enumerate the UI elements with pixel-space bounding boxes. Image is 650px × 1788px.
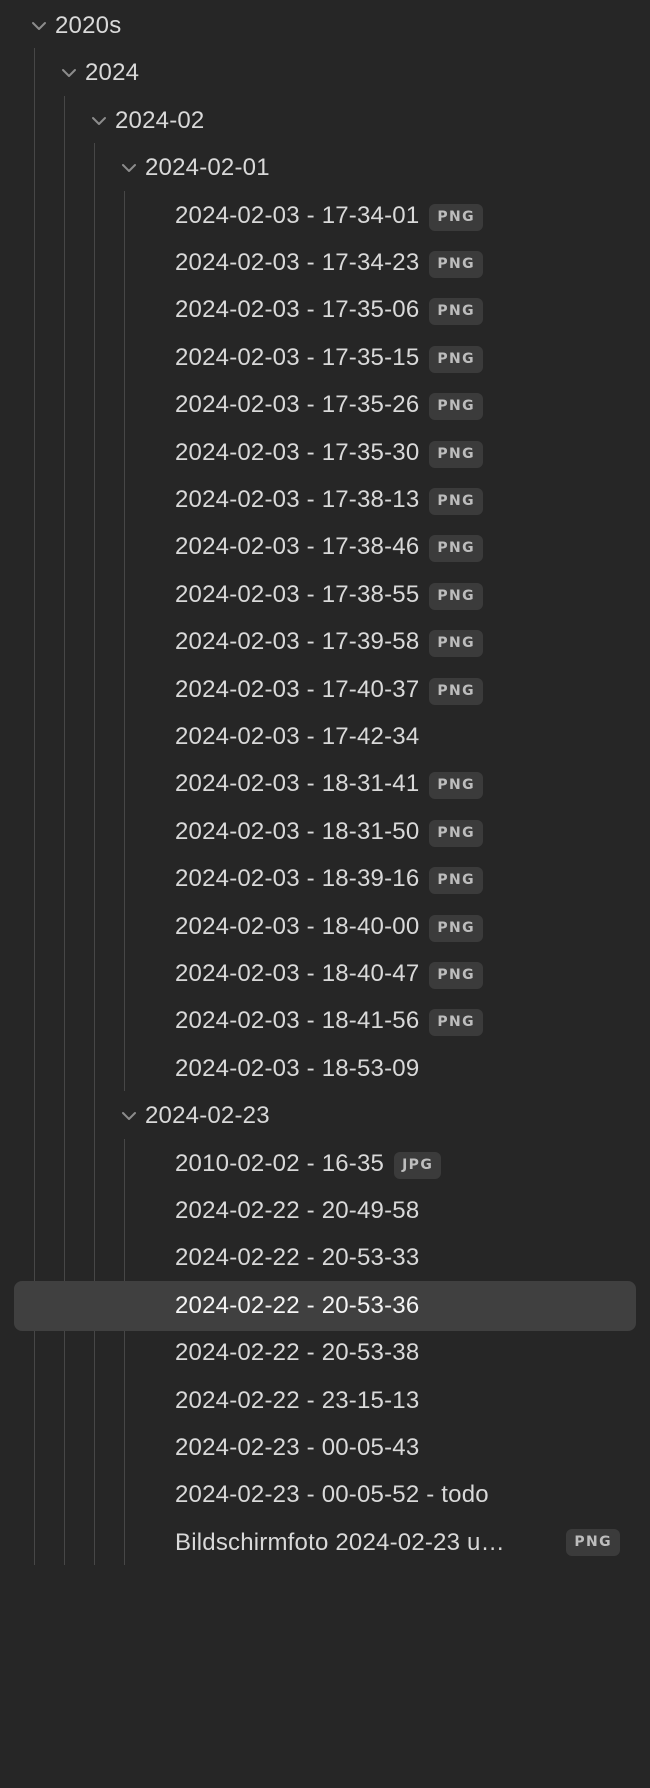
file-row[interactable]: 2024-02-22 - 23-15-13	[14, 1376, 636, 1426]
file-type-badge: PNG	[429, 535, 484, 563]
file-row[interactable]: Bildschirmfoto 2024-02-23 um 00.05.56 PNG	[14, 1518, 636, 1568]
file-row[interactable]: 2010-02-02 - 16-35 JPG	[14, 1139, 636, 1189]
file-row[interactable]: 2024-02-22 - 20-53-38	[14, 1328, 636, 1378]
file-label: 2024-02-22 - 20-53-33	[175, 1244, 420, 1272]
file-label: 2024-02-03 - 18-39-16 PNG	[175, 854, 484, 904]
file-row[interactable]: 2024-02-03 - 17-38-13 PNG	[14, 475, 636, 525]
file-row[interactable]: 2024-02-03 - 18-40-00 PNG	[14, 902, 636, 952]
file-label: 2024-02-03 - 18-41-56 PNG	[175, 996, 484, 1046]
file-label: 2024-02-23 - 00-05-43	[175, 1434, 420, 1461]
folder-row[interactable]: 2024-02-23	[14, 1091, 636, 1141]
file-label: 2024-02-03 - 17-42-34	[175, 723, 420, 750]
file-label: 2024-02-22 - 20-53-36	[175, 1291, 420, 1319]
file-row[interactable]: 2024-02-03 - 17-38-55 PNG	[14, 570, 636, 620]
file-row[interactable]: 2024-02-03 - 17-35-15 PNG	[14, 333, 636, 383]
file-row[interactable]: 2024-02-03 - 17-34-23 PNG	[14, 238, 636, 288]
folder-label: 2024-02-23	[145, 1102, 270, 1130]
file-type-badge: PNG	[429, 203, 484, 231]
file-row[interactable]: 2024-02-03 - 18-41-56 PNG	[14, 996, 636, 1046]
folder-row[interactable]: 2024	[14, 48, 636, 98]
file-type-badge: PNG	[429, 1009, 484, 1037]
file-label: 2024-02-03 - 18-31-50 PNG	[175, 807, 484, 857]
file-label: 2024-02-22 - 20-53-38	[175, 1339, 420, 1367]
file-row[interactable]: 2024-02-03 - 18-39-16 PNG	[14, 854, 636, 904]
file-type-badge: PNG	[429, 962, 484, 989]
file-row[interactable]: 2024-02-03 - 18-31-41 PNG	[14, 759, 636, 809]
file-type-badge: PNG	[566, 1528, 620, 1556]
file-row[interactable]: 2024-02-03 - 17-34-01 PNG	[14, 191, 636, 241]
folder-label: 2020s	[55, 12, 122, 39]
file-label: 2024-02-03 - 17-35-30 PNG	[175, 428, 484, 478]
file-type-badge: PNG	[429, 488, 484, 515]
file-type-badge: PNG	[429, 251, 484, 278]
file-row[interactable]: 2024-02-03 - 17-42-34	[14, 712, 636, 762]
file-row[interactable]: 2024-02-23 - 00-05-52 - todo	[14, 1470, 636, 1520]
file-label: 2024-02-03 - 17-35-15 PNG	[175, 333, 484, 383]
file-type-badge: PNG	[429, 393, 484, 421]
file-type-badge: PNG	[429, 772, 484, 800]
file-label: 2024-02-03 - 17-35-06 PNG	[175, 285, 484, 335]
file-label: 2024-02-03 - 18-40-00 PNG	[175, 902, 484, 952]
file-type-badge: PNG	[429, 582, 484, 610]
folder-label: 2024-02-01	[145, 154, 270, 182]
file-type-badge: PNG	[429, 867, 484, 895]
file-row[interactable]: 2024-02-03 - 18-53-09	[14, 1044, 636, 1094]
file-row[interactable]: 2024-02-22 - 20-49-58	[14, 1186, 636, 1236]
file-row[interactable]: 2024-02-03 - 17-38-46 PNG	[14, 522, 636, 572]
file-label: 2024-02-03 - 17-39-58 PNG	[175, 617, 484, 667]
file-label: Bildschirmfoto 2024-02-23 um 00.05.56	[175, 1528, 515, 1556]
chevron-down-icon[interactable]	[60, 64, 78, 82]
folder-label: 2024-02	[115, 106, 205, 134]
file-label: 2024-02-22 - 23-15-13	[175, 1386, 420, 1414]
chevron-down-icon[interactable]	[120, 159, 138, 177]
file-label: 2024-02-03 - 17-38-13 PNG	[175, 475, 484, 525]
file-row[interactable]: 2024-02-22 - 20-53-33	[14, 1233, 636, 1283]
file-row[interactable]: 2024-02-03 - 17-35-06 PNG	[14, 285, 636, 335]
chevron-down-icon[interactable]	[120, 1107, 138, 1125]
file-label: 2024-02-03 - 17-38-46 PNG	[175, 522, 484, 572]
file-label: 2024-02-03 - 17-34-23 PNG	[175, 238, 484, 288]
chevron-down-icon[interactable]	[30, 17, 48, 35]
file-label: 2024-02-03 - 17-35-26 PNG	[175, 380, 484, 430]
folder-row[interactable]: 2024-02	[14, 96, 636, 146]
folder-label: 2024	[85, 59, 140, 87]
chevron-down-icon[interactable]	[90, 112, 108, 130]
file-type-badge: PNG	[429, 819, 484, 847]
file-type-badge: PNG	[429, 298, 484, 326]
file-tree: 2020s 2024 2024-02 2024-02-01 2024-02-03 - 1…	[0, 0, 650, 1788]
file-row[interactable]: 2024-02-03 - 17-35-30 PNG	[14, 428, 636, 478]
file-type-badge: PNG	[429, 345, 484, 373]
file-label: 2024-02-03 - 18-40-47 PNG	[175, 949, 484, 999]
folder-row[interactable]: 2024-02-01	[14, 143, 636, 193]
file-label: 2024-02-03 - 17-40-37 PNG	[175, 665, 484, 715]
file-label: 2024-02-03 - 18-53-09	[175, 1054, 420, 1082]
file-label: 2024-02-22 - 20-49-58	[175, 1197, 420, 1224]
file-row[interactable]: 2024-02-03 - 17-40-37 PNG	[14, 665, 636, 715]
file-type-badge: PNG	[429, 914, 484, 942]
file-row[interactable]: 2024-02-03 - 18-31-50 PNG	[14, 807, 636, 857]
file-type-badge: JPG	[394, 1151, 442, 1179]
file-label: 2024-02-03 - 17-38-55 PNG	[175, 570, 484, 620]
file-label: 2010-02-02 - 16-35 JPG	[175, 1139, 442, 1189]
file-label: 2024-02-03 - 17-34-01 PNG	[175, 191, 484, 241]
file-type-badge: PNG	[429, 677, 484, 705]
file-label: 2024-02-03 - 18-31-41 PNG	[175, 759, 484, 809]
file-type-badge: PNG	[429, 440, 484, 468]
file-row[interactable]: 2024-02-03 - 18-40-47 PNG	[14, 949, 636, 999]
file-row[interactable]: 2024-02-03 - 17-35-26 PNG	[14, 380, 636, 430]
file-row[interactable]: 2024-02-03 - 17-39-58 PNG	[14, 617, 636, 667]
file-label: 2024-02-23 - 00-05-52 - todo	[175, 1481, 489, 1509]
folder-row[interactable]: 2020s	[14, 1, 636, 51]
file-type-badge: PNG	[429, 630, 484, 658]
file-row[interactable]: 2024-02-22 - 20-53-36	[14, 1280, 636, 1331]
file-row[interactable]: 2024-02-23 - 00-05-43	[14, 1423, 636, 1473]
